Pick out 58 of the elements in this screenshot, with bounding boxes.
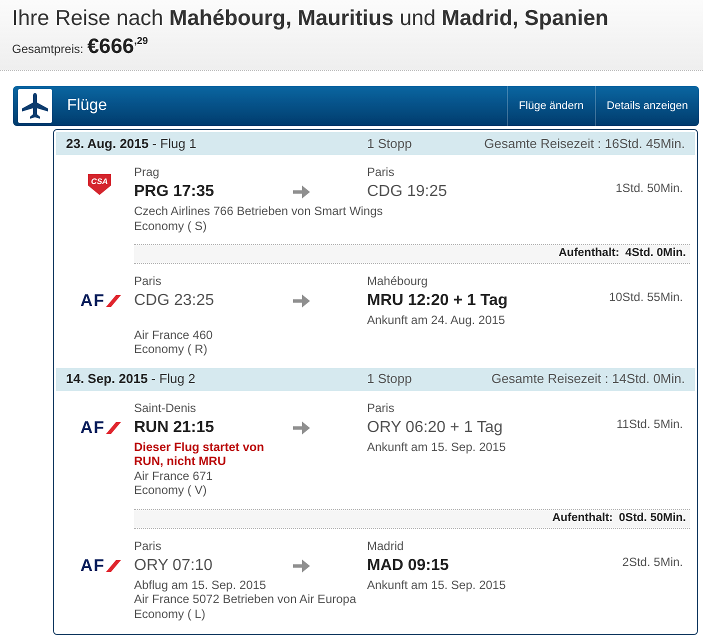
airline-logo: AF — [80, 558, 124, 574]
total-travel-time: Gesamte Reisezeit : 14Std. 0Min. — [491, 370, 685, 388]
departure-time: ORY 07:10 — [134, 556, 214, 576]
route-warning: Dieser Flug startet von RUN, nicht MRU — [134, 440, 266, 468]
arrival-time: CDG 19:25 — [367, 182, 448, 202]
departure-city: Paris — [134, 274, 162, 289]
arrival-time: ORY 06:20 + 1 Tag — [367, 418, 504, 438]
arrival-city: Paris — [367, 400, 396, 416]
arrival-date: Ankunft am 15. Sep. 2015 — [367, 578, 507, 592]
airplane-icon — [18, 89, 52, 123]
flight-date: 23. Aug. 2015 - Flug 1 — [66, 134, 198, 153]
stop-count: 1 Stopp — [367, 134, 412, 153]
show-details-button[interactable]: Details anzeigen — [594, 86, 699, 126]
departure-date: Abflug am 15. Sep. 2015 — [134, 578, 268, 592]
flight-duration: 10Std. 55Min. — [608, 290, 683, 304]
flight-info: Air France 671 — [134, 468, 214, 483]
arrival-city: Paris — [367, 165, 396, 180]
total-travel-time: Gesamte Reisezeit : 16Std. 45Min. — [484, 134, 685, 153]
cabin-class: Economy ( R) — [134, 342, 208, 356]
departure-city: Saint-Denis — [134, 400, 198, 416]
arrow-icon — [293, 420, 310, 434]
cabin-class: Economy ( S) — [134, 218, 208, 233]
layover-duration: 4Std. 0Min. — [625, 246, 686, 262]
section-title: Flüge — [67, 96, 108, 116]
arrival-city: Mahébourg — [367, 274, 429, 289]
airline-logo: CSA — [88, 174, 111, 195]
total-price: €666$^{,29}$ — [87, 35, 148, 59]
arrow-icon — [293, 558, 310, 572]
flight-duration: 11Std. 5Min. — [616, 416, 683, 431]
cabin-class: Economy ( L) — [134, 606, 206, 621]
trip-title: Ihre Reise nach Mahébourg, Mauritius und Madrid, Spanien — [12, 6, 610, 30]
price-label: Gesamtpreis: — [12, 41, 84, 58]
layover-label: Aufenthalt: — [552, 510, 613, 526]
arrival-time: MRU 12:20 + 1 Tag — [367, 291, 509, 311]
flight-duration: 1Std. 50Min. — [616, 181, 683, 196]
departure-time: RUN 21:15 — [134, 418, 216, 438]
arrival-time: MAD 09:15 — [367, 556, 450, 576]
flight-date: 14. Sep. 2015 - Flug 2 — [66, 370, 196, 388]
arrow-icon — [293, 294, 310, 308]
arrival-date: Ankunft am 24. Aug. 2015 — [367, 313, 506, 328]
arrival-city: Madrid — [367, 538, 405, 554]
flight-duration: 2Std. 5Min. — [622, 554, 683, 569]
arrival-date: Ankunft am 15. Sep. 2015 — [367, 440, 507, 456]
layover-label: Aufenthalt: — [558, 246, 620, 262]
stop-count: 1 Stopp — [367, 370, 412, 388]
layover-duration: 0Std. 50Min. — [618, 510, 686, 526]
airline-logo: AF — [80, 293, 124, 309]
departure-city: Paris — [134, 538, 162, 554]
flight-info: Air France 5072 Betrieben von Air Europa — [134, 592, 358, 606]
departure-city: Prag — [134, 165, 160, 180]
flight-info: Czech Airlines 766 Betrieben von Smart Wings — [134, 204, 384, 218]
arrow-icon — [293, 185, 310, 199]
departure-time: CDG 23:25 — [134, 291, 216, 311]
cabin-class: Economy ( V) — [134, 483, 208, 498]
flight-info: Air France 460 — [134, 328, 214, 342]
airline-logo: AF — [80, 420, 124, 436]
change-flights-button[interactable]: Flüge ändern — [506, 86, 595, 126]
departure-time: PRG 17:35 — [134, 182, 216, 202]
